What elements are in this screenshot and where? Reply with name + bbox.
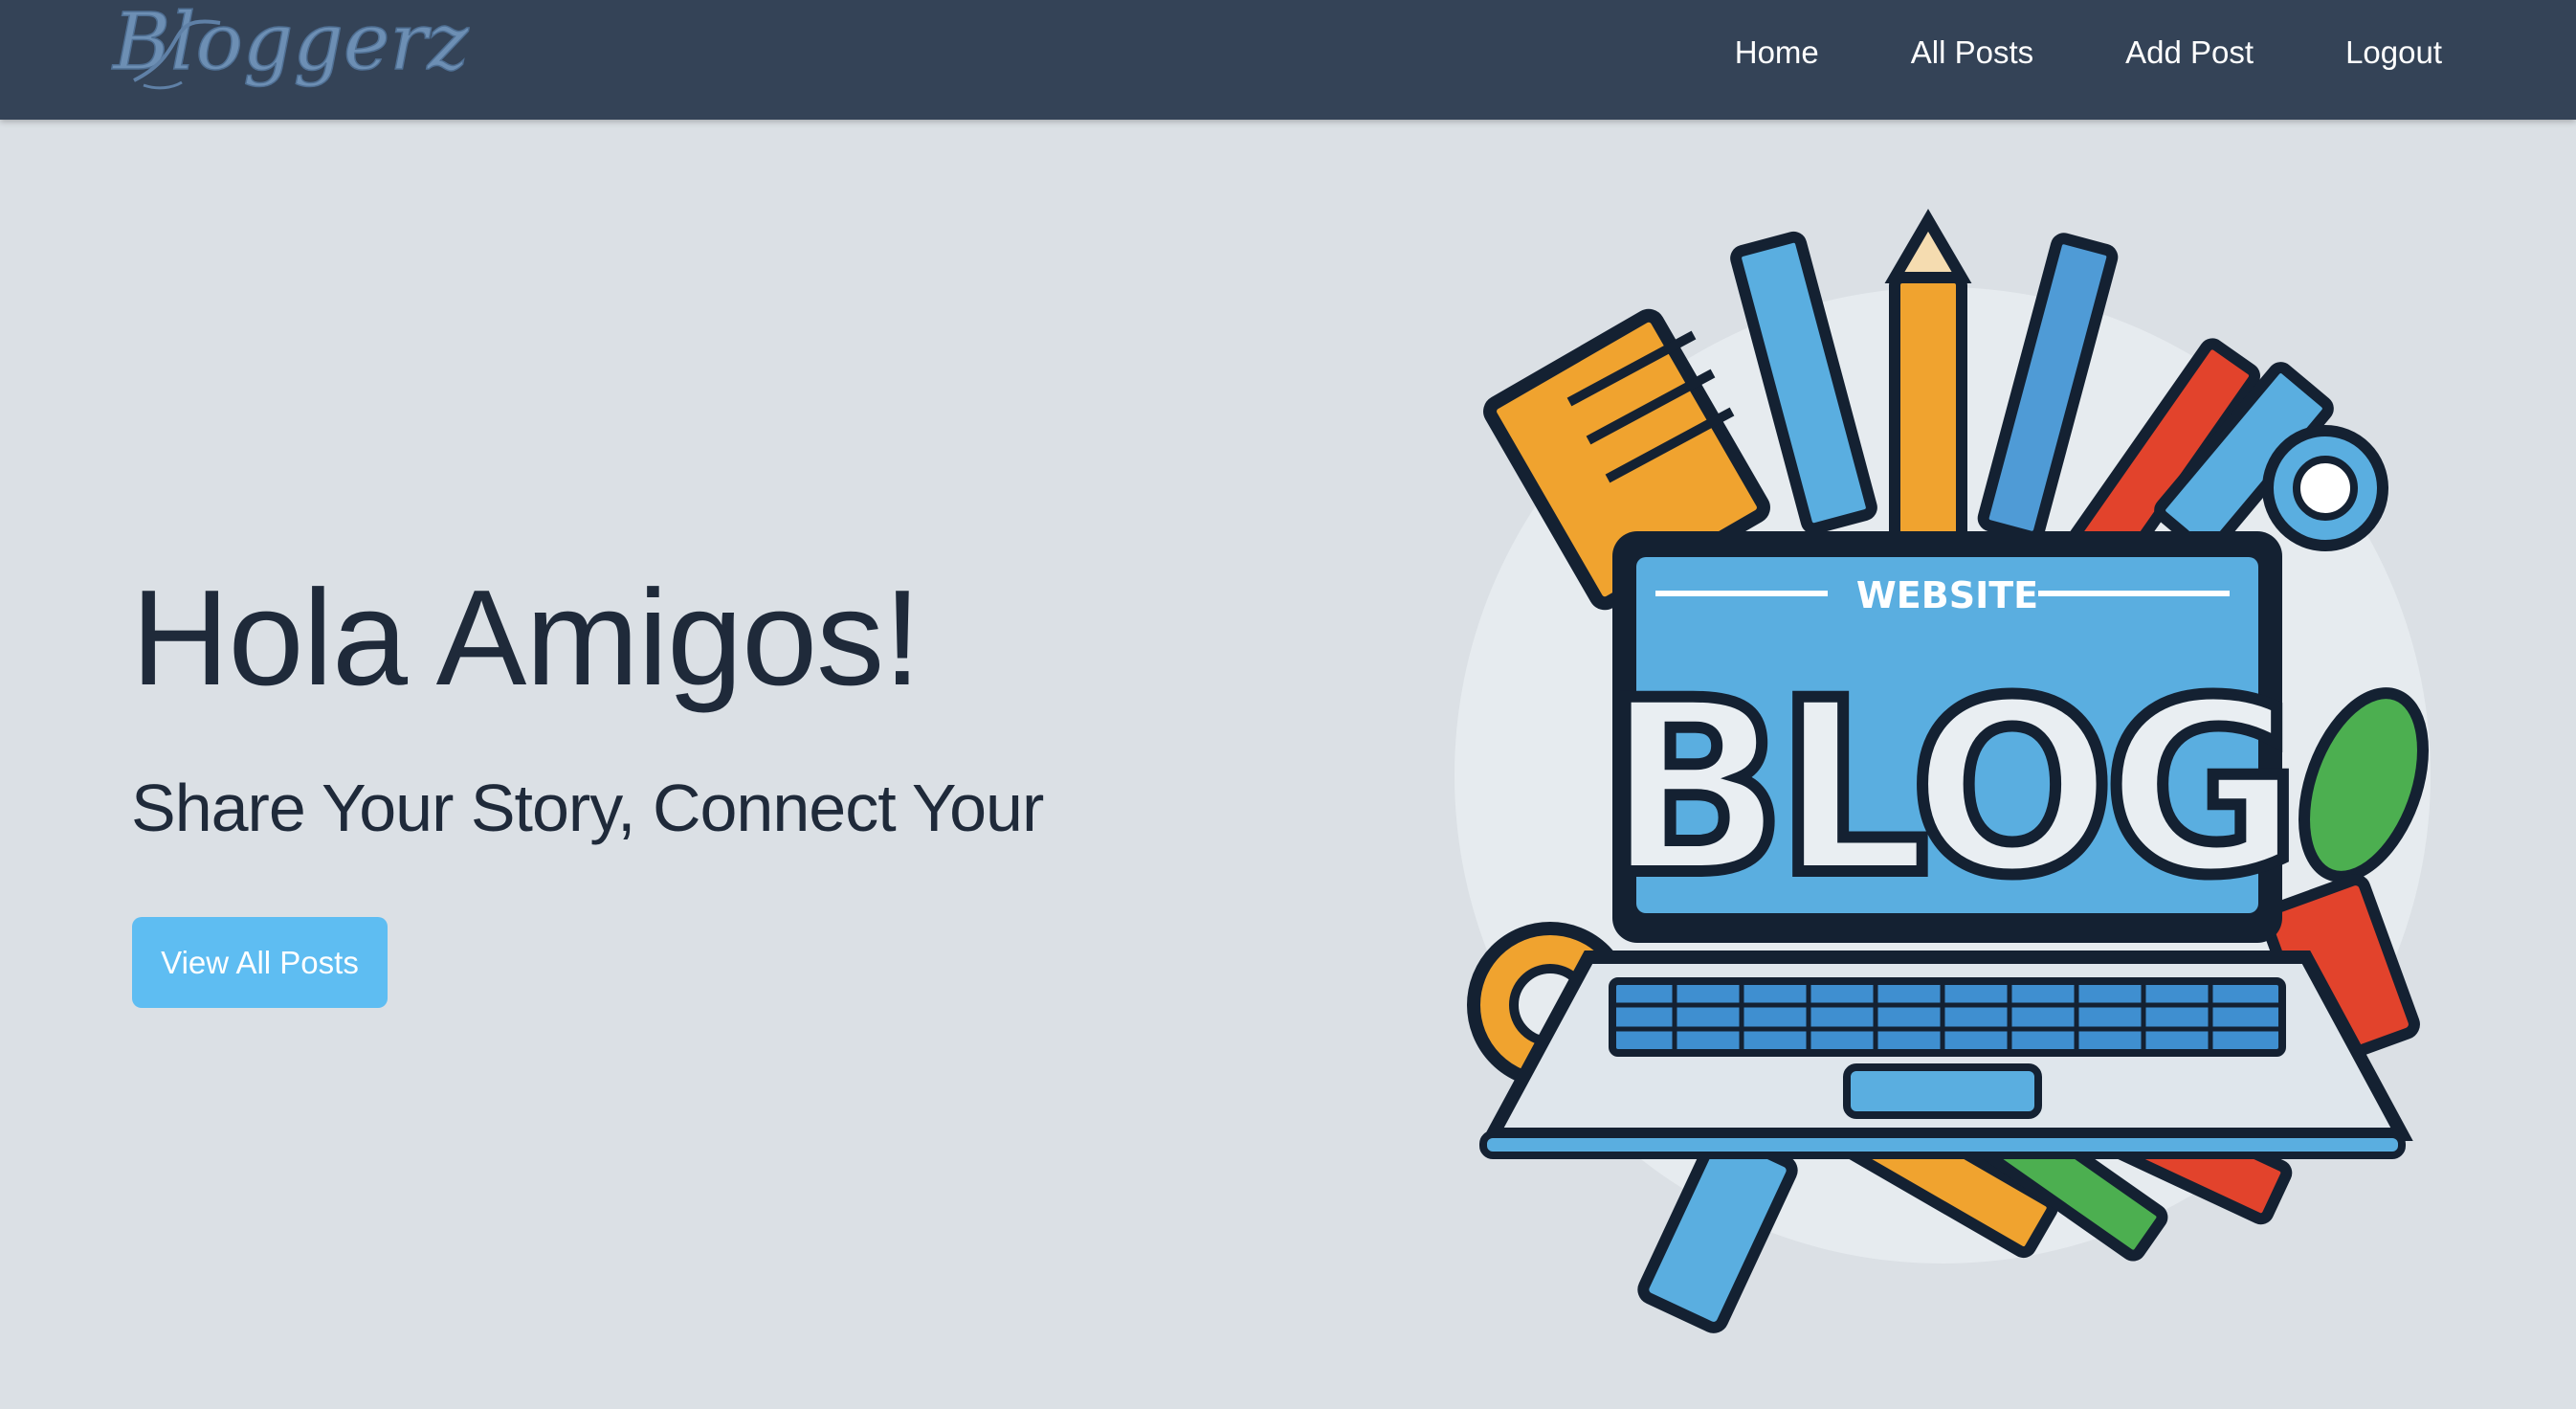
hero-title: Hola Amigos! bbox=[131, 562, 922, 714]
hero-subtitle: Share Your Story, Connect Your bbox=[131, 771, 1044, 845]
navbar: Bloggerz Home All Posts Add Post Logout bbox=[0, 0, 2576, 120]
screen-top-text: WEBSITE bbox=[1856, 574, 2038, 616]
view-all-posts-button[interactable]: View All Posts bbox=[132, 917, 388, 1008]
logo-script-graphic: Bloggerz bbox=[110, 0, 470, 90]
laptop-icon: WEBSITE BLOG bbox=[1479, 531, 2413, 1159]
main-nav: Home All Posts Add Post Logout bbox=[1643, 0, 2442, 105]
blog-illustration: WEBSITE BLOG bbox=[1445, 201, 2445, 1345]
bloggerz-logo[interactable]: Bloggerz bbox=[105, 0, 545, 100]
screen-main-text: BLOG bbox=[1604, 649, 2292, 928]
nav-logout-link[interactable]: Logout bbox=[2345, 34, 2442, 71]
nav-all-posts-link[interactable]: All Posts bbox=[1911, 34, 2033, 71]
blog-laptop-illustration: WEBSITE BLOG bbox=[1455, 209, 2431, 1333]
logo-text: Bloggerz bbox=[111, 0, 470, 88]
nav-home-link[interactable]: Home bbox=[1735, 34, 1819, 71]
nav-add-post-link[interactable]: Add Post bbox=[2125, 34, 2254, 71]
